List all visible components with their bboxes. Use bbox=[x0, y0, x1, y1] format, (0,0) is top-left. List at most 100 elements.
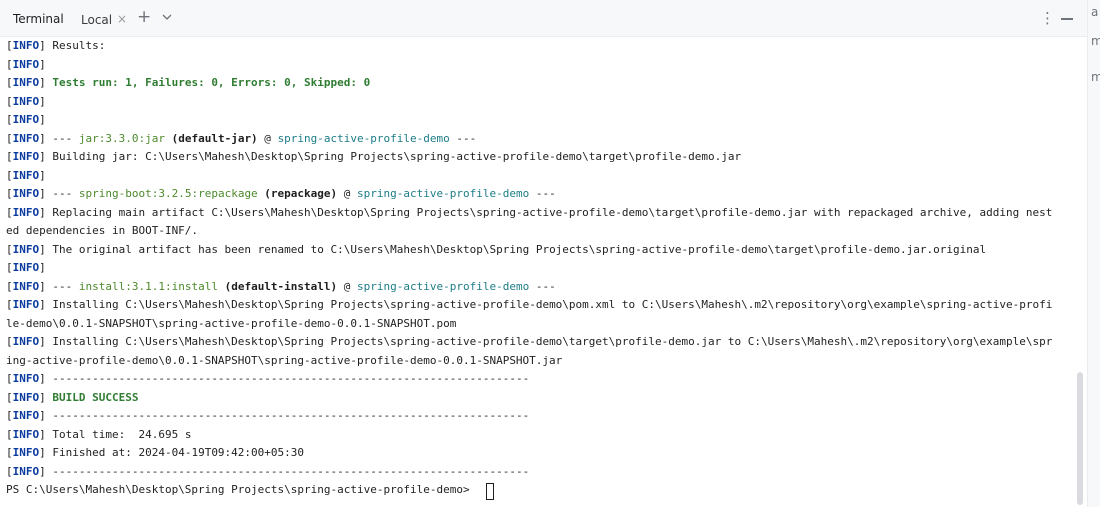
line-text: ----------------------------------------… bbox=[45, 409, 530, 422]
console-line: [INFO] Building jar: C:\Users\Mahesh\Des… bbox=[6, 148, 741, 167]
console-line: [INFO] ---------------------------------… bbox=[6, 463, 529, 482]
info-open-bracket: [ bbox=[6, 113, 13, 126]
strip-icon-2[interactable]: m bbox=[1091, 34, 1100, 48]
info-close-bracket: ] bbox=[39, 113, 46, 126]
info-close-bracket: ] bbox=[39, 205, 46, 219]
console-line: ed dependencies in BOOT-INF/. bbox=[6, 222, 198, 241]
info-level: INFO bbox=[12, 205, 40, 219]
console-line: [INFO] The original artifact has been re… bbox=[6, 241, 986, 260]
info-open-bracket: [ bbox=[6, 390, 13, 404]
continuation-text: ing-active-profile-demo\0.0.1-SNAPSHOT\s… bbox=[6, 353, 563, 367]
strip-icon-3[interactable]: m bbox=[1091, 70, 1100, 84]
info-level: INFO bbox=[12, 168, 40, 182]
info-close-bracket: ] bbox=[39, 131, 46, 145]
info-close-bracket: ] bbox=[39, 76, 46, 89]
minimize-icon[interactable] bbox=[1061, 18, 1073, 20]
right-tool-strip: a m m bbox=[1087, 0, 1100, 507]
info-open-bracket: [ bbox=[6, 94, 13, 108]
console-line: PS C:\Users\Mahesh\Desktop\Spring Projec… bbox=[6, 481, 476, 500]
info-open-bracket: [ bbox=[6, 372, 13, 385]
plugin-suffix: --- bbox=[529, 279, 556, 293]
info-close-bracket: ] bbox=[39, 372, 46, 385]
info-close-bracket: ] bbox=[39, 261, 46, 274]
plugin-suffix: --- bbox=[449, 131, 477, 145]
info-level: INFO bbox=[12, 94, 40, 108]
line-text: ----------------------------------------… bbox=[45, 464, 530, 478]
info-open-bracket: [ bbox=[6, 150, 13, 163]
info-close-bracket: ] bbox=[39, 242, 46, 256]
console-line: [INFO] --- install:3.1.1:install (defaul… bbox=[6, 278, 556, 297]
console-line: [INFO] Tests run: 1, Failures: 0, Errors… bbox=[6, 74, 370, 93]
tab-label[interactable]: Local bbox=[81, 13, 112, 27]
info-open-bracket: [ bbox=[6, 335, 13, 348]
console-line: le-demo\0.0.1-SNAPSHOT\spring-active-pro… bbox=[6, 315, 456, 334]
info-close-bracket: ] bbox=[39, 187, 46, 200]
console-line: [INFO] bbox=[6, 167, 46, 186]
info-close-bracket: ] bbox=[39, 279, 46, 293]
tool-window-title[interactable]: Terminal bbox=[13, 12, 64, 26]
more-options-icon[interactable]: ⋮ bbox=[1040, 10, 1055, 26]
text-cursor bbox=[486, 483, 494, 500]
plugin-name: spring-boot:3.2.5:repackage bbox=[78, 187, 258, 200]
info-level: INFO bbox=[12, 298, 40, 311]
console-line: [INFO] bbox=[6, 111, 46, 130]
info-open-bracket: [ bbox=[6, 298, 13, 311]
info-close-bracket: ] bbox=[39, 335, 46, 348]
info-open-bracket: [ bbox=[6, 76, 13, 89]
info-level: INFO bbox=[12, 409, 40, 422]
chevron-down-icon[interactable] bbox=[162, 12, 172, 22]
console-line: [INFO] --- spring-boot:3.2.5:repackage (… bbox=[6, 185, 556, 204]
line-text: Finished at: 2024-04-19T09:42:00+05:30 bbox=[45, 446, 305, 459]
plugin-name: install:3.1.1:install bbox=[78, 279, 218, 293]
console-line: [INFO] bbox=[6, 259, 46, 278]
project-name: spring-active-profile-demo bbox=[277, 131, 450, 145]
info-level: INFO bbox=[12, 113, 40, 126]
info-level: INFO bbox=[12, 242, 40, 256]
terminal-output[interactable]: [INFO] Results: [INFO] [INFO] Tests run: 1… bbox=[0, 37, 1076, 507]
info-open-bracket: [ bbox=[6, 427, 13, 441]
info-level: INFO bbox=[12, 150, 40, 163]
info-level: INFO bbox=[12, 279, 40, 293]
info-level: INFO bbox=[12, 372, 40, 385]
line-text: Building jar: C:\Users\Mahesh\Desktop\Sp… bbox=[45, 150, 742, 163]
info-open-bracket: [ bbox=[6, 261, 13, 274]
info-close-bracket: ] bbox=[39, 39, 46, 52]
console-line: [INFO] ---------------------------------… bbox=[6, 407, 529, 426]
tool-window-header: Terminal Local × + ⋮ bbox=[0, 0, 1087, 37]
info-level: INFO bbox=[12, 335, 40, 348]
continuation-text: le-demo\0.0.1-SNAPSHOT\spring-active-pro… bbox=[6, 316, 457, 330]
info-open-bracket: [ bbox=[6, 242, 13, 256]
info-close-bracket: ] bbox=[39, 94, 46, 108]
info-open-bracket: [ bbox=[6, 187, 13, 200]
info-level: INFO bbox=[12, 390, 40, 404]
console-line: [INFO] Total time: 24.695 s bbox=[6, 426, 191, 445]
line-text: Results: bbox=[45, 39, 106, 52]
plugin-name: jar:3.3.0:jar bbox=[78, 131, 165, 145]
info-level: INFO bbox=[12, 464, 40, 478]
info-level: INFO bbox=[12, 76, 40, 89]
info-open-bracket: [ bbox=[6, 57, 13, 71]
strip-icon-1[interactable]: a bbox=[1091, 5, 1098, 19]
vertical-scrollbar[interactable] bbox=[1077, 372, 1083, 505]
info-close-bracket: ] bbox=[39, 446, 46, 459]
info-level: INFO bbox=[12, 131, 40, 145]
info-open-bracket: [ bbox=[6, 446, 13, 459]
info-level: INFO bbox=[12, 446, 40, 459]
console-line: ing-active-profile-demo\0.0.1-SNAPSHOT\s… bbox=[6, 352, 562, 371]
info-close-bracket: ] bbox=[39, 150, 46, 163]
highlight-text: Tests run: 1, Failures: 0, Errors: 0, Sk… bbox=[45, 76, 371, 89]
console-line: [INFO] --- jar:3.3.0:jar (default-jar) @… bbox=[6, 130, 476, 149]
project-name: spring-active-profile-demo bbox=[357, 187, 530, 200]
info-level: INFO bbox=[12, 427, 40, 441]
info-close-bracket: ] bbox=[39, 390, 46, 404]
info-close-bracket: ] bbox=[39, 298, 46, 311]
line-text: Installing C:\Users\Mahesh\Desktop\Sprin… bbox=[45, 298, 1053, 311]
execution-id: (default-install) bbox=[217, 279, 338, 293]
tab-local[interactable]: Local × bbox=[73, 4, 129, 34]
info-close-bracket: ] bbox=[39, 168, 46, 182]
highlight-text: BUILD SUCCESS bbox=[45, 390, 139, 404]
new-tab-plus-icon[interactable]: + bbox=[137, 7, 151, 27]
console-line: [INFO] Installing C:\Users\Mahesh\Deskto… bbox=[6, 333, 1052, 352]
close-tab-icon[interactable]: × bbox=[117, 12, 127, 26]
line-text: Installing C:\Users\Mahesh\Desktop\Sprin… bbox=[45, 335, 1053, 348]
